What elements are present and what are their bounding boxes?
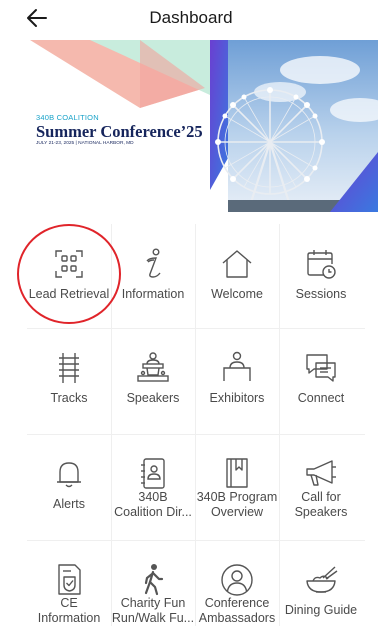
megaphone-icon — [306, 460, 336, 486]
tile-conference-ambassadors[interactable]: Conference Ambassadors — [195, 540, 279, 626]
tile-label-line: 340B — [138, 490, 168, 504]
tile-ce-information[interactable]: CE Information — [27, 540, 111, 626]
tile-label: 340B Program Overview — [189, 490, 285, 520]
booth-icon — [223, 351, 251, 381]
address-book-icon — [141, 458, 165, 489]
tile-lead-retrieval[interactable]: Lead Retrieval — [27, 224, 111, 328]
top-bar: Dashboard — [0, 0, 382, 40]
calendar-clock-icon — [307, 250, 336, 279]
tile-label: Exhibitors — [209, 391, 265, 405]
tile-label: Conference Ambassadors — [189, 596, 285, 626]
tile-label-line: Overview — [210, 505, 264, 519]
page-title: Dashboard — [149, 8, 233, 27]
user-circle-icon — [221, 564, 253, 596]
info-icon — [146, 248, 161, 278]
tile-label: Welcome — [211, 287, 263, 301]
tile-charity-fun-run[interactable]: Charity Fun Run/Walk Fu... — [111, 540, 195, 626]
tile-label-line: Run/Walk Fu... — [111, 611, 195, 625]
tile-label-line: Charity Fun — [120, 596, 186, 610]
tile-dining-guide[interactable]: Dining Guide — [279, 540, 363, 626]
walking-person-icon — [144, 564, 164, 596]
tile-speakers[interactable]: Speakers — [111, 328, 195, 432]
bowl-icon — [306, 566, 338, 593]
bell-icon — [57, 462, 81, 488]
tile-label: Speakers — [126, 391, 180, 405]
tile-label: Tracks — [50, 391, 88, 405]
banner-dates: JULY 21-23, 2025 | NATIONAL HARBOR, MD — [36, 141, 134, 146]
tile-label-line: 340B Program — [196, 490, 278, 504]
tile-label-line: Information — [37, 611, 101, 625]
tracks-icon — [59, 353, 79, 383]
banner-org: 340B COALITION — [36, 113, 99, 122]
tile-label: Dining Guide — [284, 603, 358, 617]
home-icon — [222, 250, 252, 278]
book-icon — [226, 458, 248, 488]
tile-label-line: Conference — [204, 596, 270, 610]
tile-label-line: Coalition Dir... — [114, 505, 192, 519]
chat-bubbles-icon — [306, 354, 336, 382]
tile-label: Sessions — [295, 287, 347, 301]
tile-coalition-directory[interactable]: 340B Coalition Dir... — [111, 434, 195, 538]
tile-call-for-speakers[interactable]: Call for Speakers — [279, 434, 363, 538]
tile-alerts[interactable]: Alerts — [27, 434, 111, 538]
tile-information[interactable]: Information — [111, 224, 195, 328]
tile-label: Connect — [297, 391, 345, 405]
tile-label: 340B Coalition Dir... — [105, 490, 201, 520]
tile-label-line: CE — [60, 596, 78, 610]
tile-welcome[interactable]: Welcome — [195, 224, 279, 328]
tile-label: Call for Speakers — [273, 490, 369, 520]
tile-label-line: Ambassadors — [198, 611, 276, 625]
tile-label: CE Information — [21, 596, 117, 626]
tile-exhibitors[interactable]: Exhibitors — [195, 328, 279, 432]
qr-scan-icon — [55, 250, 83, 278]
tile-connect[interactable]: Connect — [279, 328, 363, 432]
banner-title: Summer Conference’25 — [36, 122, 203, 141]
podium-icon — [137, 352, 169, 382]
tile-label: Alerts — [53, 497, 85, 511]
tile-label: Charity Fun Run/Walk Fu... — [105, 596, 201, 626]
tile-label: Lead Retrieval — [28, 287, 110, 301]
tile-sessions[interactable]: Sessions — [279, 224, 363, 328]
tile-label-line: Call for — [301, 490, 341, 504]
certificate-icon — [58, 564, 81, 595]
tile-label-line: Speakers — [294, 505, 348, 519]
tile-label: Information — [121, 287, 185, 301]
conference-banner[interactable]: 340B COALITION Summer Conference’25 JULY… — [30, 40, 378, 212]
tile-program-overview[interactable]: 340B Program Overview — [195, 434, 279, 538]
dashboard-grid: Lead Retrieval Information Welcome Sessi… — [27, 224, 365, 626]
tile-tracks[interactable]: Tracks — [27, 328, 111, 432]
